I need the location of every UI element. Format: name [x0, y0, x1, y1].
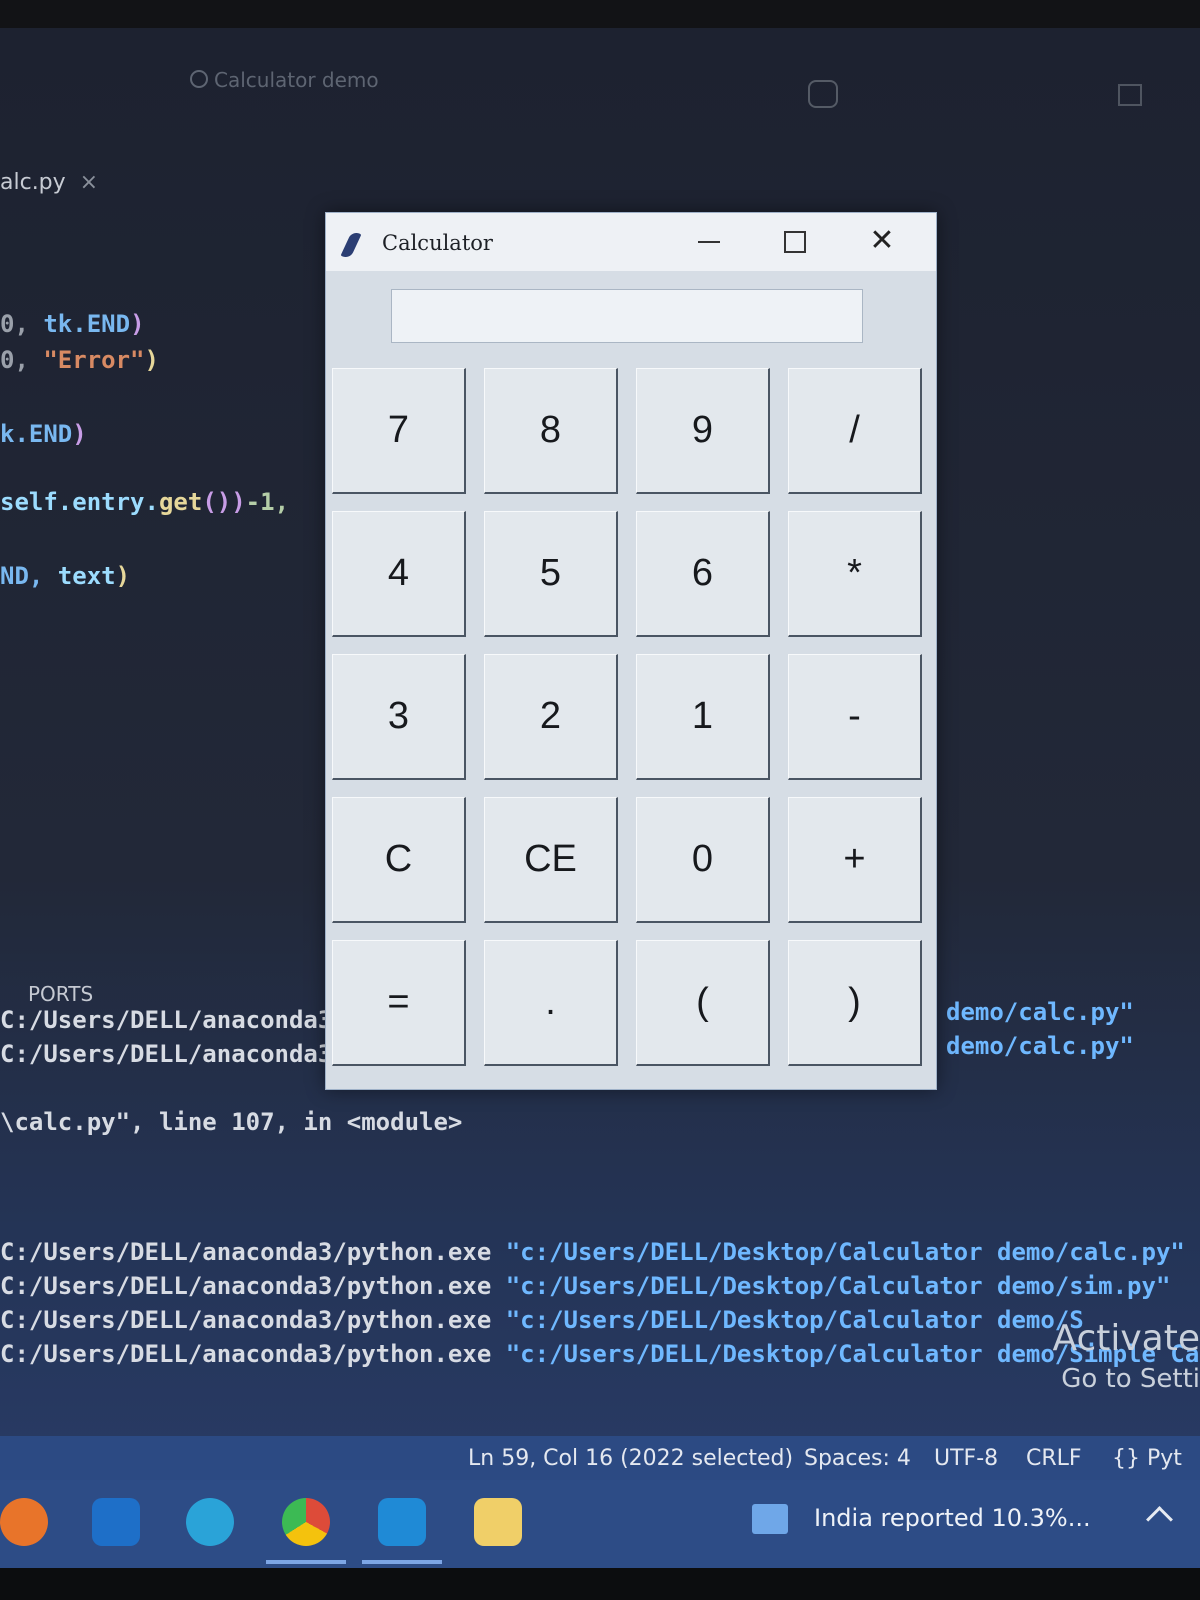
button-9[interactable]: 9 — [636, 368, 770, 494]
terminal-arg: "c:/Users/DELL/Desktop/Calculator demo/s… — [505, 1272, 1171, 1300]
terminal-exe: C:/Users/DELL/anaconda3/python.exe — [0, 1238, 506, 1266]
button-clear-entry[interactable]: CE — [484, 797, 618, 923]
terminal-line-tail: demo/calc.py" — [946, 1032, 1134, 1060]
terminal-line: C:/Users/DELL/anaconda3/ — [0, 1006, 347, 1034]
button-5[interactable]: 5 — [484, 511, 618, 637]
code-token: get — [158, 488, 203, 516]
code-token: ND, — [0, 562, 58, 590]
code-line: 0, tk.END) — [0, 310, 145, 338]
terminal-line: C:/Users/DELL/anaconda3/python.exe "c:/U… — [0, 1340, 1200, 1368]
close-button[interactable]: ✕ — [866, 225, 898, 257]
terminal-line: C:/Users/DELL/anaconda3/python.exe "c:/U… — [0, 1238, 1185, 1266]
terminal-exe: C:/Users/DELL/anaconda3/python.exe — [0, 1306, 506, 1334]
news-widget-text[interactable]: India reported 10.3%... — [814, 1504, 1091, 1532]
status-encoding[interactable]: UTF-8 — [934, 1446, 998, 1471]
maximize-button[interactable] — [784, 231, 806, 253]
code-token: ()) — [202, 488, 246, 516]
vscode-icon[interactable] — [378, 1498, 426, 1546]
code-line: self.entry.get())-1, — [0, 488, 289, 516]
button-0[interactable]: 0 — [636, 797, 770, 923]
panel-tab-ports[interactable]: PORTS — [28, 982, 93, 1006]
editor-statusbar: Ln 59, Col 16 (2022 selected) Spaces: 4 … — [0, 1436, 1200, 1480]
terminal-exe: C:/Users/DELL/anaconda3/python.exe — [0, 1272, 506, 1300]
terminal-arg: "c:/Users/DELL/Desktop/Calculator demo/c… — [505, 1238, 1185, 1266]
button-8[interactable]: 8 — [484, 368, 618, 494]
code-line: ND, text) — [0, 562, 130, 590]
code-token: ) — [115, 562, 131, 590]
chrome-icon[interactable] — [282, 1498, 330, 1546]
terminal-line: C:/Users/DELL/anaconda3/python.exe "c:/U… — [0, 1272, 1170, 1300]
desktop-screen: Calculator demo alc.py × 0, tk.END) 0, "E… — [0, 28, 1200, 1568]
search-icon — [190, 70, 208, 88]
button-close-paren[interactable]: ) — [788, 940, 922, 1066]
goto-settings-watermark: Go to Setti — [1061, 1364, 1200, 1394]
outlook-icon[interactable] — [92, 1498, 140, 1546]
monitor-bezel-top — [0, 0, 1200, 28]
title-search-box[interactable]: Calculator demo — [190, 68, 379, 92]
terminal-line: C:/Users/DELL/anaconda3/ — [0, 1040, 347, 1068]
button-add[interactable]: + — [788, 797, 922, 923]
taskbar: India reported 10.3%... — [0, 1480, 1200, 1568]
code-token: 0, — [0, 346, 44, 374]
news-widget-icon[interactable] — [752, 1504, 788, 1534]
code-token: tk.END — [43, 310, 131, 338]
tab-close-icon[interactable]: × — [80, 170, 98, 195]
editor-tab-calc[interactable]: alc.py × — [0, 170, 98, 195]
code-token: text — [57, 562, 116, 590]
code-token: -1, — [245, 488, 290, 516]
calculator-entry[interactable] — [391, 289, 863, 343]
code-line: k.END) — [0, 420, 87, 448]
status-eol[interactable]: CRLF — [1026, 1446, 1082, 1471]
code-token: ) — [130, 310, 145, 338]
calculator-window: Calculator ✕ 7 8 9 / 4 5 6 * 3 2 1 - C C… — [325, 212, 937, 1090]
taskbar-active-indicator — [362, 1560, 442, 1564]
code-token: "Error" — [43, 346, 145, 374]
terminal-arg: "c:/Users/DELL/Desktop/Calculator demo/S — [505, 1306, 1084, 1334]
button-divide[interactable]: / — [788, 368, 922, 494]
button-7[interactable]: 7 — [332, 368, 466, 494]
terminal-traceback: \calc.py", line 107, in <module> — [0, 1108, 463, 1136]
title-search-text: Calculator demo — [214, 68, 379, 92]
code-token: ) — [144, 346, 159, 374]
copilot-icon[interactable] — [808, 80, 838, 108]
window-restore-icon[interactable] — [1118, 84, 1142, 106]
editor-tab-label: alc.py — [0, 170, 66, 195]
status-cursor-position[interactable]: Ln 59, Col 16 (2022 selected) — [468, 1446, 793, 1471]
feather-icon — [340, 230, 362, 260]
taskbar-active-indicator — [266, 1560, 346, 1564]
button-subtract[interactable]: - — [788, 654, 922, 780]
terminal-line: C:/Users/DELL/anaconda3/python.exe "c:/U… — [0, 1306, 1084, 1334]
code-token: 0, — [0, 310, 44, 338]
button-clear[interactable]: C — [332, 797, 466, 923]
chevron-up-icon[interactable] — [1146, 1506, 1173, 1533]
calculator-titlebar[interactable]: Calculator ✕ — [326, 213, 936, 271]
code-token: ) — [72, 420, 87, 448]
minimize-button[interactable] — [698, 241, 720, 243]
button-2[interactable]: 2 — [484, 654, 618, 780]
button-4[interactable]: 4 — [332, 511, 466, 637]
firefox-icon[interactable] — [0, 1498, 48, 1546]
button-open-paren[interactable]: ( — [636, 940, 770, 1066]
button-equals[interactable]: = — [332, 940, 466, 1066]
button-6[interactable]: 6 — [636, 511, 770, 637]
button-decimal[interactable]: . — [484, 940, 618, 1066]
code-line: 0, "Error") — [0, 346, 159, 374]
calculator-title: Calculator — [382, 231, 493, 255]
monitor-bezel-bottom — [0, 1568, 1200, 1600]
edge-icon[interactable] — [186, 1498, 234, 1546]
status-indentation[interactable]: Spaces: 4 — [804, 1446, 911, 1471]
status-language[interactable]: {} Pyt — [1112, 1446, 1182, 1471]
code-token: self.entry. — [0, 488, 159, 516]
code-token: k.END — [0, 420, 73, 448]
terminal-line-tail: demo/calc.py" — [946, 998, 1134, 1026]
button-multiply[interactable]: * — [788, 511, 922, 637]
terminal-exe: C:/Users/DELL/anaconda3/python.exe — [0, 1340, 506, 1368]
file-explorer-icon[interactable] — [474, 1498, 522, 1546]
button-1[interactable]: 1 — [636, 654, 770, 780]
button-3[interactable]: 3 — [332, 654, 466, 780]
activate-windows-watermark: Activate — [1052, 1318, 1200, 1359]
